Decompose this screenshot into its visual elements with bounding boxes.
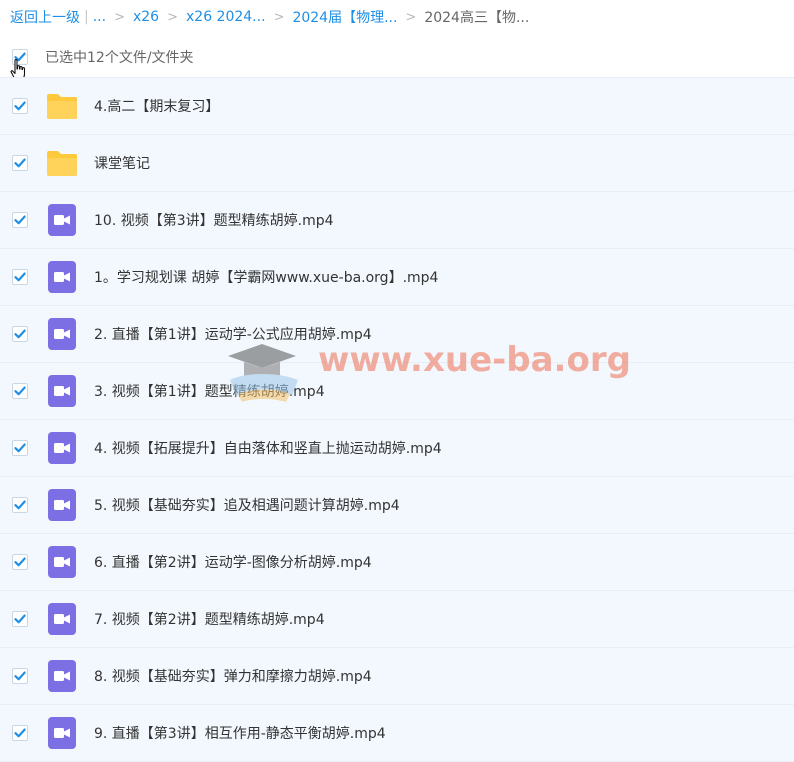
file-type-icon bbox=[46, 318, 78, 350]
file-name[interactable]: 课堂笔记 bbox=[94, 153, 150, 173]
video-file-icon bbox=[48, 660, 76, 692]
file-type-icon bbox=[46, 432, 78, 464]
breadcrumb: 返回上一级 | ... > x26 > x26 2024... > 2024届【… bbox=[10, 6, 529, 28]
folder-icon bbox=[47, 94, 77, 119]
file-name[interactable]: 4.高二【期末复习】 bbox=[94, 96, 219, 116]
breadcrumb-current: 2024高三【物... bbox=[424, 10, 530, 26]
file-checkbox[interactable] bbox=[12, 98, 28, 114]
folder-icon bbox=[47, 151, 77, 176]
file-checkbox[interactable] bbox=[12, 440, 28, 456]
file-row[interactable]: 4.高二【期末复习】 bbox=[0, 77, 794, 135]
video-file-icon bbox=[48, 261, 76, 293]
file-type-icon bbox=[46, 375, 78, 407]
chevron-right-icon: > bbox=[405, 9, 417, 25]
check-icon bbox=[14, 158, 26, 168]
video-file-icon bbox=[48, 546, 76, 578]
file-row[interactable]: 9. 直播【第3讲】相互作用-静态平衡胡婷.mp4 bbox=[0, 705, 794, 762]
file-row[interactable]: 1。学习规划课 胡婷【学霸网www.xue-ba.org】.mp4 bbox=[0, 249, 794, 306]
file-name[interactable]: 6. 直播【第2讲】运动学-图像分析胡婷.mp4 bbox=[94, 552, 372, 572]
file-type-icon bbox=[46, 204, 78, 236]
breadcrumb-item[interactable]: x26 bbox=[133, 9, 159, 25]
breadcrumb-ellipsis[interactable]: ... bbox=[93, 9, 106, 25]
video-file-icon bbox=[48, 489, 76, 521]
check-icon bbox=[14, 671, 26, 681]
chevron-right-icon: > bbox=[273, 9, 285, 25]
file-checkbox[interactable] bbox=[12, 212, 28, 228]
file-name[interactable]: 1。学习规划课 胡婷【学霸网www.xue-ba.org】.mp4 bbox=[94, 267, 438, 287]
file-row[interactable]: 3. 视频【第1讲】题型精练胡婷.mp4 bbox=[0, 363, 794, 420]
file-row[interactable]: 课堂笔记 bbox=[0, 135, 794, 192]
file-type-icon bbox=[46, 660, 78, 692]
file-row[interactable]: 4. 视频【拓展提升】自由落体和竖直上抛运动胡婷.mp4 bbox=[0, 420, 794, 477]
file-name[interactable]: 10. 视频【第3讲】题型精练胡婷.mp4 bbox=[94, 210, 334, 230]
check-icon bbox=[14, 386, 26, 396]
file-type-icon bbox=[46, 147, 78, 179]
file-checkbox[interactable] bbox=[12, 326, 28, 342]
check-icon bbox=[14, 101, 26, 111]
chevron-right-icon: > bbox=[114, 9, 125, 25]
file-row[interactable]: 8. 视频【基础夯实】弹力和摩擦力胡婷.mp4 bbox=[0, 648, 794, 705]
file-checkbox[interactable] bbox=[12, 497, 28, 513]
breadcrumb-item[interactable]: 2024届【物理... bbox=[292, 7, 397, 27]
file-row[interactable]: 7. 视频【第2讲】题型精练胡婷.mp4 bbox=[0, 591, 794, 648]
file-type-icon bbox=[46, 717, 78, 749]
back-link[interactable]: 返回上一级 bbox=[10, 7, 80, 27]
breadcrumb-separator: | bbox=[84, 9, 89, 25]
file-row[interactable]: 5. 视频【基础夯实】追及相遇问题计算胡婷.mp4 bbox=[0, 477, 794, 534]
file-row[interactable]: 2. 直播【第1讲】运动学-公式应用胡婷.mp4 bbox=[0, 306, 794, 363]
check-icon bbox=[14, 215, 26, 225]
selection-count: 已选中12个文件/文件夹 bbox=[45, 50, 194, 66]
video-file-icon bbox=[48, 318, 76, 350]
file-checkbox[interactable] bbox=[12, 611, 28, 627]
file-checkbox[interactable] bbox=[12, 554, 28, 570]
file-name[interactable]: 7. 视频【第2讲】题型精练胡婷.mp4 bbox=[94, 609, 325, 629]
file-checkbox[interactable] bbox=[12, 155, 28, 171]
check-icon bbox=[14, 614, 26, 624]
chevron-right-icon: > bbox=[167, 9, 178, 25]
video-file-icon bbox=[48, 204, 76, 236]
selection-bar: 已选中12个文件/文件夹 bbox=[0, 42, 794, 72]
file-name[interactable]: 4. 视频【拓展提升】自由落体和竖直上抛运动胡婷.mp4 bbox=[94, 438, 442, 458]
file-checkbox[interactable] bbox=[12, 668, 28, 684]
video-file-icon bbox=[48, 717, 76, 749]
check-icon bbox=[14, 557, 26, 567]
video-file-icon bbox=[48, 432, 76, 464]
file-type-icon bbox=[46, 603, 78, 635]
file-name[interactable]: 9. 直播【第3讲】相互作用-静态平衡胡婷.mp4 bbox=[94, 723, 386, 743]
file-name[interactable]: 8. 视频【基础夯实】弹力和摩擦力胡婷.mp4 bbox=[94, 666, 372, 686]
breadcrumb-item[interactable]: x26 2024... bbox=[186, 9, 266, 25]
file-row[interactable]: 10. 视频【第3讲】题型精练胡婷.mp4 bbox=[0, 192, 794, 249]
file-name[interactable]: 3. 视频【第1讲】题型精练胡婷.mp4 bbox=[94, 381, 325, 401]
video-file-icon bbox=[48, 375, 76, 407]
file-name[interactable]: 5. 视频【基础夯实】追及相遇问题计算胡婷.mp4 bbox=[94, 495, 400, 515]
file-list: 4.高二【期末复习】 课堂笔记 10. 视频【第3讲】题型精练胡婷.mp4 1。学习规… bbox=[0, 77, 794, 762]
check-icon bbox=[14, 500, 26, 510]
file-type-icon bbox=[46, 90, 78, 122]
file-type-icon bbox=[46, 546, 78, 578]
check-icon bbox=[14, 728, 26, 738]
file-checkbox[interactable] bbox=[12, 383, 28, 399]
check-icon bbox=[14, 272, 26, 282]
video-file-icon bbox=[48, 603, 76, 635]
file-name[interactable]: 2. 直播【第1讲】运动学-公式应用胡婷.mp4 bbox=[94, 324, 372, 344]
file-checkbox[interactable] bbox=[12, 725, 28, 741]
file-checkbox[interactable] bbox=[12, 269, 28, 285]
file-type-icon bbox=[46, 489, 78, 521]
file-type-icon bbox=[46, 261, 78, 293]
file-row[interactable]: 6. 直播【第2讲】运动学-图像分析胡婷.mp4 bbox=[0, 534, 794, 591]
check-icon bbox=[14, 329, 26, 339]
check-icon bbox=[14, 443, 26, 453]
